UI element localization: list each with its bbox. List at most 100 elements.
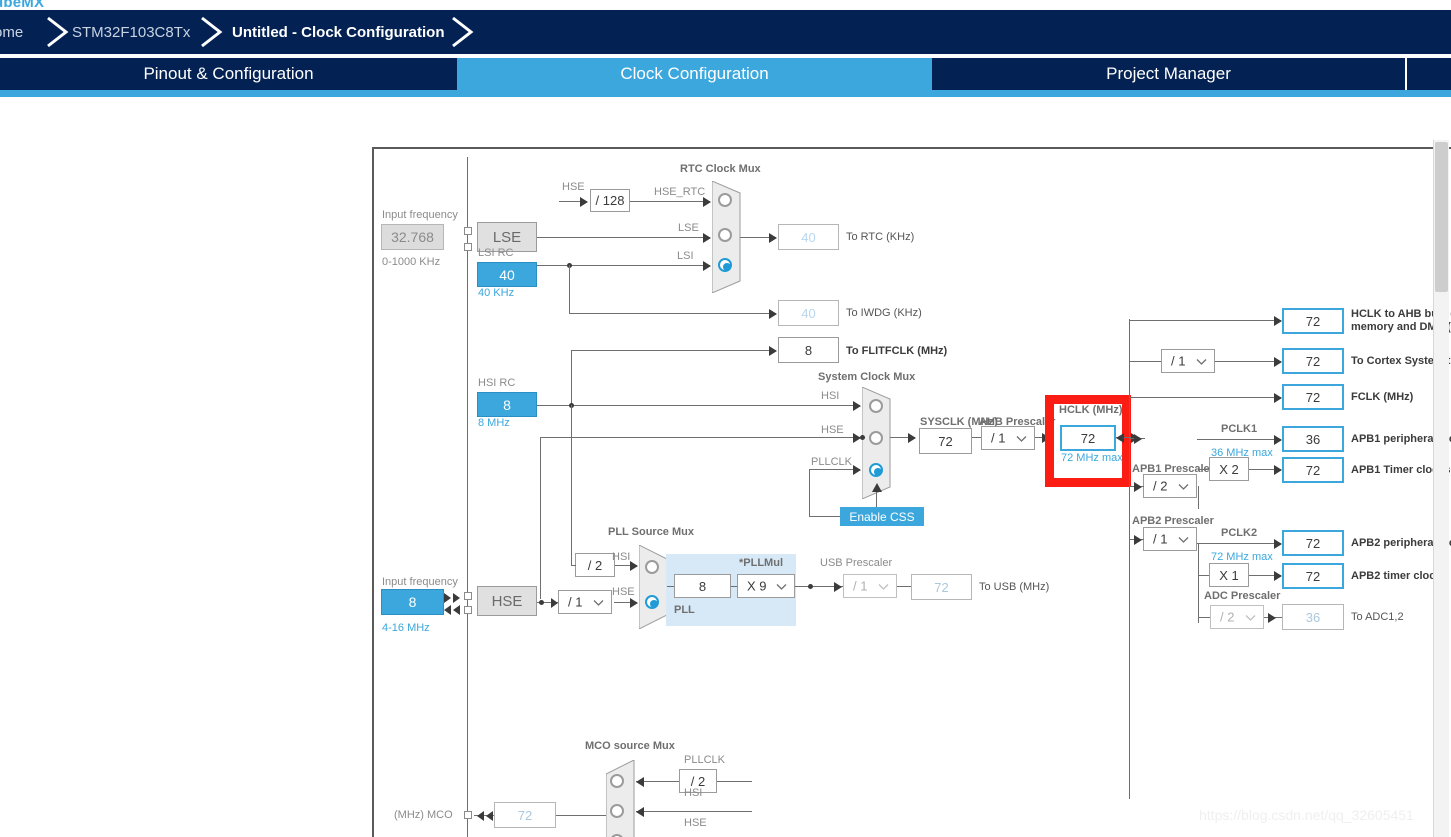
hclk-label: HCLK (MHz) bbox=[1059, 404, 1123, 416]
mco-mux-radio-hsi[interactable] bbox=[610, 804, 624, 818]
chevron-down-icon-usb bbox=[878, 579, 889, 594]
usb-prescaler-select[interactable]: / 1 bbox=[843, 574, 897, 598]
pll-mux-hse-label: HSE bbox=[612, 586, 635, 598]
cortex-prescaler-select[interactable]: / 1 bbox=[1161, 349, 1215, 373]
chevron-down-icon-cortex bbox=[1196, 354, 1207, 369]
watermark: https://blog.csdn.net/qq_32605451 bbox=[1199, 807, 1414, 823]
breadcrumb-item-current[interactable]: Untitled - Clock Configuration bbox=[232, 10, 444, 54]
rtc-mux-radio-lse[interactable] bbox=[718, 228, 732, 242]
hclk-distribution-bus bbox=[1129, 319, 1130, 799]
sys-mux-radio-hsi[interactable] bbox=[869, 399, 883, 413]
clock-diagram-canvas: Input frequency 32.768 0-1000 KHz LSE LS… bbox=[374, 149, 1451, 837]
wire-lse-to-rtcmux bbox=[537, 237, 710, 238]
apb2-prescaler-select[interactable]: / 1 bbox=[1143, 527, 1197, 551]
pllmul-select[interactable]: X 9 bbox=[737, 574, 795, 598]
sys-mux-radio-pllclk[interactable] bbox=[869, 463, 883, 477]
chevron-right-icon bbox=[42, 10, 76, 54]
arrow-apb2-timer bbox=[1274, 571, 1282, 581]
pll-mux-hsi-label: HSI bbox=[612, 551, 631, 563]
tab-clock-configuration[interactable]: Clock Configuration bbox=[457, 58, 932, 90]
arrow-usb-presc bbox=[834, 582, 842, 592]
adc-prescaler-label: ADC Prescaler bbox=[1204, 590, 1281, 602]
arrow-rtcmux-out bbox=[769, 233, 777, 243]
chevron-down-icon-hse bbox=[593, 595, 604, 610]
wire-lsi-down bbox=[569, 265, 570, 313]
pll-source-mux-title: PLL Source Mux bbox=[608, 526, 694, 538]
hse-div128-source-label: HSE bbox=[562, 181, 585, 193]
tab-overflow[interactable] bbox=[1407, 58, 1451, 90]
junction-pllout bbox=[808, 584, 813, 589]
rtc-mux-radio-hse[interactable] bbox=[718, 193, 732, 207]
hse-prescaler-select[interactable]: / 1 bbox=[558, 590, 612, 614]
rtc-mux-radio-lsi[interactable] bbox=[718, 258, 732, 272]
pll-label: PLL bbox=[674, 604, 695, 616]
arrow-hse-back-2 bbox=[453, 605, 460, 615]
mco-mux-radio-pllclk[interactable] bbox=[610, 774, 624, 788]
apb2-prescaler-label: APB2 Prescaler bbox=[1132, 515, 1214, 527]
to-iwdg-label: To IWDG (KHz) bbox=[846, 307, 922, 319]
arrow-pclk1 bbox=[1274, 435, 1282, 445]
chevron-right-icon-2 bbox=[196, 10, 230, 54]
wire-hclk-ahbbus bbox=[1129, 320, 1281, 321]
lsi-value-field[interactable]: 40 bbox=[477, 262, 537, 287]
hsi-rc-title: HSI RC bbox=[478, 377, 516, 389]
apb2-periph-field: 72 bbox=[1282, 530, 1344, 556]
ahb-prescaler-select[interactable]: / 1 bbox=[981, 426, 1035, 450]
logo-strip: ubeMX bbox=[0, 0, 1451, 11]
hse-input-frequency-label: Input frequency bbox=[382, 576, 458, 588]
apb1-periph-field: 36 bbox=[1282, 426, 1344, 452]
apb1-prescaler-value: / 2 bbox=[1153, 478, 1168, 494]
mco-hse-label: HSE bbox=[684, 817, 707, 829]
apb1-multiplier-box: X 2 bbox=[1209, 457, 1249, 481]
tab-project-manager[interactable]: Project Manager bbox=[932, 58, 1405, 90]
lse-pin-top bbox=[464, 227, 472, 235]
breadcrumb-item-device[interactable]: STM32F103C8Tx bbox=[72, 10, 190, 54]
hse-input-frequency-field[interactable]: 8 bbox=[381, 589, 444, 615]
usb-prescaler-value: / 1 bbox=[853, 578, 868, 594]
apb2-timer-field: 72 bbox=[1282, 563, 1344, 589]
wire-mco-pllclk bbox=[717, 781, 752, 782]
hsi-value-field[interactable]: 8 bbox=[477, 392, 537, 417]
wire-hclk-fclk bbox=[1129, 397, 1281, 398]
rtc-clock-mux-title: RTC Clock Mux bbox=[680, 163, 761, 175]
arrow-pll-hsi bbox=[630, 561, 638, 571]
hse-oscillator[interactable]: HSE bbox=[477, 586, 537, 616]
hclk-max-label: 72 MHz max bbox=[1061, 452, 1123, 464]
hclk-field[interactable]: 72 bbox=[1060, 425, 1116, 451]
rtc-mux-lse-label: LSE bbox=[678, 222, 699, 234]
pll-mux-radio-hsi[interactable] bbox=[645, 560, 659, 574]
apb1-prescaler-select[interactable]: / 2 bbox=[1143, 474, 1197, 498]
lse-range-label: 0-1000 KHz bbox=[382, 256, 441, 268]
arrow-pllclk-sysmux bbox=[853, 465, 861, 475]
to-flitfclk-field: 8 bbox=[778, 337, 839, 363]
lse-input-frequency-field[interactable]: 32.768 bbox=[381, 224, 444, 250]
adc-label: To ADC1,2 bbox=[1351, 611, 1404, 623]
apb2-multiplier-box: X 1 bbox=[1209, 563, 1249, 587]
usb-field: 72 bbox=[911, 574, 972, 600]
wire-hsi-to-flitfclk bbox=[571, 350, 776, 351]
mco-source-mux[interactable] bbox=[606, 760, 636, 837]
arrow-hse-in-1 bbox=[444, 593, 451, 603]
vertical-scrollbar[interactable] bbox=[1433, 140, 1449, 837]
adc-field: 36 bbox=[1282, 604, 1344, 630]
wire-hsi-to-div2 bbox=[571, 405, 572, 565]
arrow-hse-back-1 bbox=[444, 605, 451, 615]
pll-mux-radio-hse[interactable] bbox=[645, 595, 659, 609]
hse-prescaler-value: / 1 bbox=[568, 594, 583, 610]
cortex-timer-field: 72 bbox=[1282, 348, 1344, 374]
vertical-scrollbar-thumb[interactable] bbox=[1435, 142, 1448, 292]
fclk-label: FCLK (MHz) bbox=[1351, 391, 1414, 403]
to-flitfclk-label: To FLITFCLK (MHz) bbox=[846, 345, 948, 357]
arrow-div128-mux bbox=[703, 197, 711, 207]
adc-prescaler-select[interactable]: / 2 bbox=[1210, 605, 1264, 629]
enable-css-button[interactable]: Enable CSS bbox=[840, 507, 924, 526]
sys-mux-hsi-label: HSI bbox=[821, 390, 840, 402]
clock-diagram-panel[interactable]: Input frequency 32.768 0-1000 KHz LSE LS… bbox=[372, 147, 1451, 837]
breadcrumb-item-home[interactable]: ome bbox=[0, 10, 23, 54]
arrow-hse-div128 bbox=[580, 197, 588, 207]
tab-pinout-configuration[interactable]: Pinout & Configuration bbox=[0, 58, 457, 90]
cortex-prescaler-value: / 1 bbox=[1171, 353, 1186, 369]
pll-source-mux[interactable] bbox=[639, 545, 669, 629]
usb-prescaler-label: USB Prescaler bbox=[820, 557, 893, 569]
sys-mux-radio-hse[interactable] bbox=[869, 431, 883, 445]
